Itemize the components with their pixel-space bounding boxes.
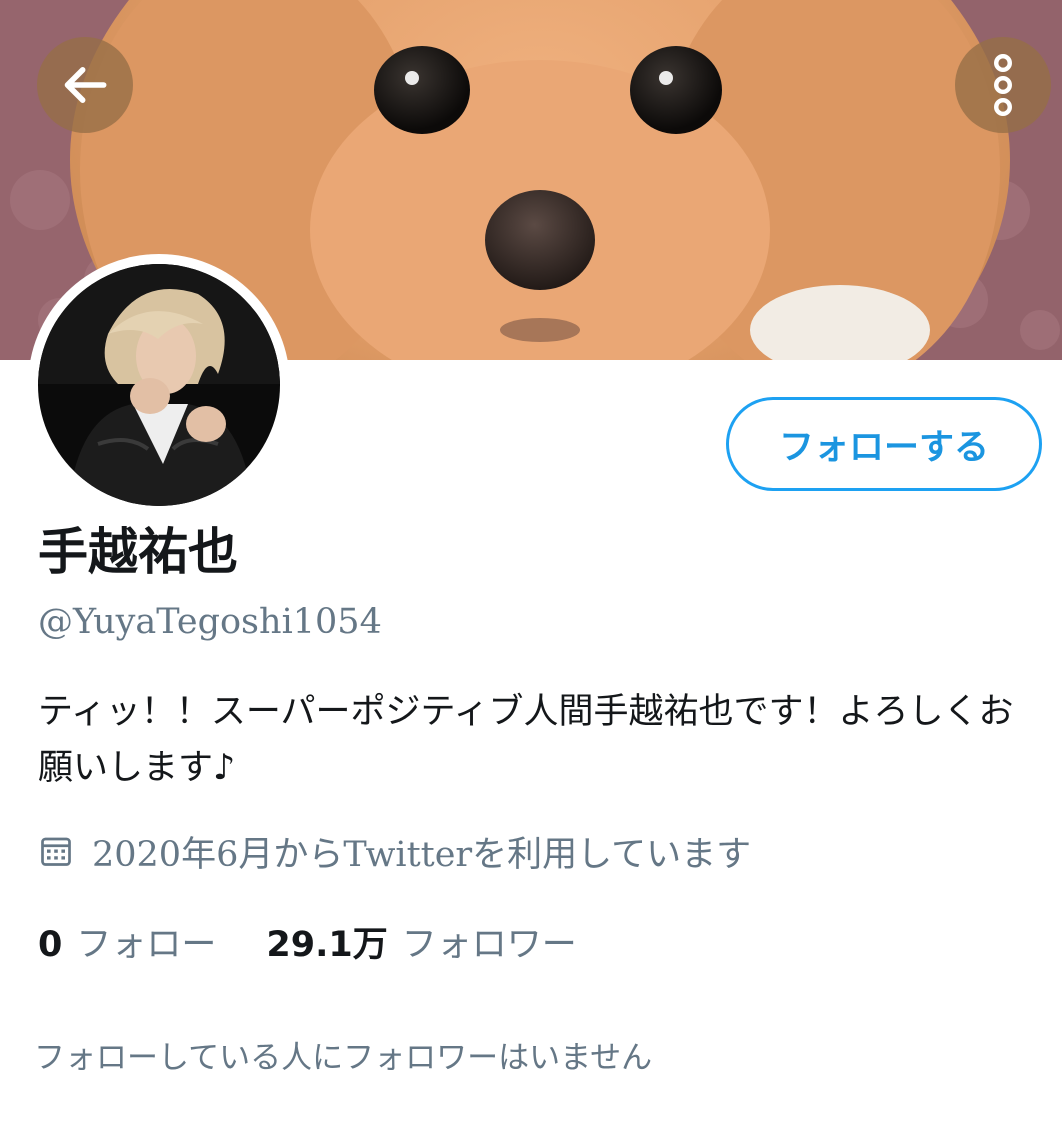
follow-button-label: フォローする [778,427,989,468]
following-link[interactable]: 0 フォロー [38,916,216,967]
join-date-text: 2020年6月からTwitterを利用しています [92,834,752,875]
profile-stats: 0 フォロー 29.1万 フォロワー [38,914,577,968]
profile-page: フォローする 手越祐也 @YuyaTegoshi1054 ティッ！！スーパーポジ… [0,0,1062,1126]
follow-button[interactable]: フォローする [726,397,1042,491]
more-vertical-icon [993,53,1013,117]
join-date: 2020年6月からTwitterを利用しています [38,826,751,876]
followers-count: 29.1万 [266,924,388,965]
followers-label: フォロワー [401,924,577,965]
profile-bio: ティッ！！スーパーポジティブ人間手越祐也です！よろしくお願いします♪ [38,692,1014,788]
following-count: 0 [38,924,63,965]
display-name: 手越祐也 [38,523,238,581]
avatar-image [38,264,280,506]
arrow-left-icon [64,67,107,103]
following-label: フォロー [76,924,217,965]
more-options-button[interactable] [955,37,1051,133]
profile-avatar[interactable] [28,254,290,516]
followers-link[interactable]: 29.1万 フォロワー [266,916,576,967]
mutual-followers-note: フォローしている人にフォロワーはいません [34,1040,653,1076]
username-handle: @YuyaTegoshi1054 [38,602,382,642]
back-button[interactable] [37,37,133,133]
calendar-icon [38,833,74,869]
